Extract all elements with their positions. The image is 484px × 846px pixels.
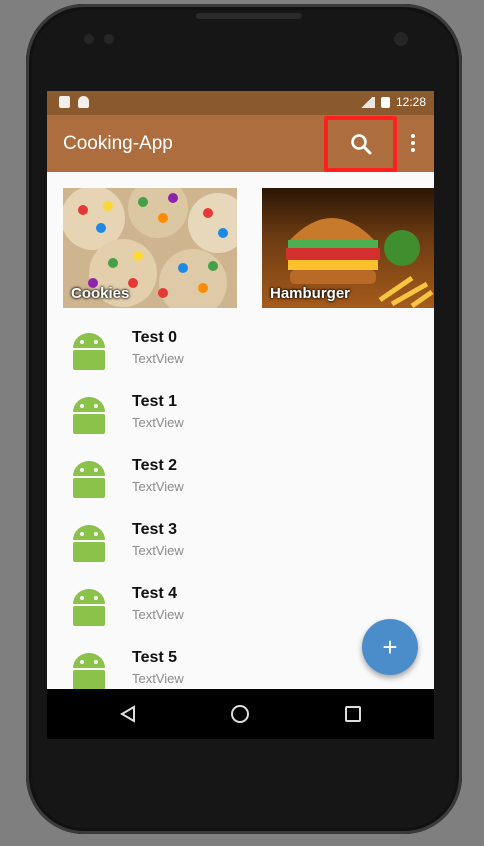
search-button[interactable] xyxy=(324,116,397,172)
app-screen: 12:28 Cooking-App Cookies Hamburger Test… xyxy=(47,91,434,689)
list-item-title: Test 4 xyxy=(132,585,178,602)
overflow-menu-button[interactable] xyxy=(403,125,423,161)
list-item-title: Test 0 xyxy=(132,329,178,346)
front-camera xyxy=(394,32,408,46)
list-item[interactable]: Test 1 TextView xyxy=(47,378,434,442)
list-item-title: Test 5 xyxy=(132,649,178,666)
list-item-subtitle: TextView xyxy=(132,543,184,558)
home-icon xyxy=(231,705,249,723)
overflow-menu-icon xyxy=(411,134,415,138)
list-item-title: Test 3 xyxy=(132,521,178,538)
list-item-title: Test 2 xyxy=(132,457,178,474)
add-fab-button[interactable]: + xyxy=(362,619,418,675)
speaker-grille xyxy=(196,13,302,19)
category-card-cookies[interactable]: Cookies xyxy=(63,188,237,308)
android-robot-icon xyxy=(73,653,105,689)
list-item-subtitle: TextView xyxy=(132,351,184,366)
android-notification-icon xyxy=(78,96,89,108)
status-time: 12:28 xyxy=(395,95,426,109)
android-robot-icon xyxy=(73,397,105,434)
list-item-subtitle: TextView xyxy=(132,479,184,494)
android-robot-icon xyxy=(73,525,105,562)
list-item[interactable]: Test 3 TextView xyxy=(47,506,434,570)
plus-icon: + xyxy=(382,631,398,662)
recents-button[interactable] xyxy=(338,699,368,729)
sd-card-icon xyxy=(59,96,70,108)
battery-icon xyxy=(380,96,390,108)
list-item-title: Test 1 xyxy=(132,393,178,410)
android-robot-icon xyxy=(73,461,105,498)
category-cards: Cookies Hamburger xyxy=(47,188,434,308)
app-title: Cooking-App xyxy=(63,133,173,154)
status-bar: 12:28 xyxy=(47,91,434,115)
back-button[interactable] xyxy=(113,699,143,729)
system-nav-bar xyxy=(47,689,434,739)
recents-icon xyxy=(345,706,361,722)
category-card-hamburger[interactable]: Hamburger xyxy=(262,188,434,308)
list-item-subtitle: TextView xyxy=(132,415,184,430)
camera-sensor xyxy=(84,34,94,44)
list-item[interactable]: Test 0 TextView xyxy=(47,314,434,378)
app-bar: Cooking-App xyxy=(47,115,434,172)
back-icon xyxy=(120,705,135,723)
category-label: Hamburger xyxy=(270,285,351,302)
list-item-subtitle: TextView xyxy=(132,607,184,622)
list-item-subtitle: TextView xyxy=(132,671,184,686)
proximity-sensor xyxy=(104,34,114,44)
category-label: Cookies xyxy=(71,285,130,302)
no-signal-icon xyxy=(360,96,375,108)
home-button[interactable] xyxy=(225,699,255,729)
search-icon xyxy=(350,134,371,155)
android-robot-icon xyxy=(73,333,105,370)
list-item[interactable]: Test 2 TextView xyxy=(47,442,434,506)
android-robot-icon xyxy=(73,589,105,626)
